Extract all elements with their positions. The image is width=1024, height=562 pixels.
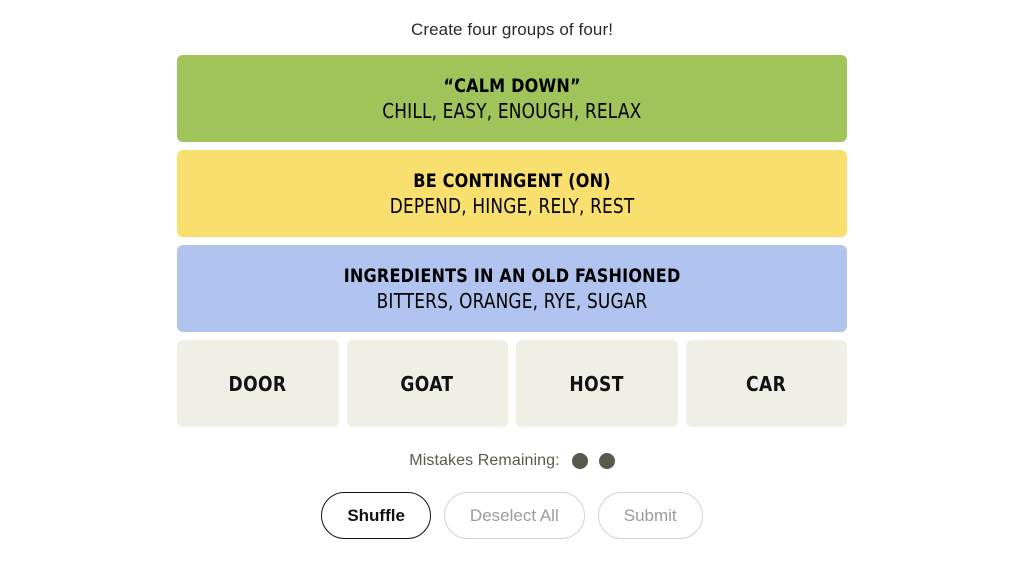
solved-group-members: DEPEND, HINGE, RELY, REST	[389, 193, 635, 218]
word-tile-label: DOOR	[228, 371, 287, 396]
word-tile-label: GOAT	[400, 371, 454, 396]
game-controls: Shuffle Deselect All Submit	[321, 492, 703, 539]
shuffle-button[interactable]: Shuffle	[321, 492, 431, 539]
word-tile[interactable]: GOAT	[346, 340, 508, 427]
submit-button[interactable]: Submit	[597, 492, 703, 539]
mistakes-remaining: Mistakes Remaining:	[409, 452, 615, 470]
deselect-all-button[interactable]: Deselect All	[443, 492, 585, 539]
game-board: “CALM DOWN” CHILL, EASY, ENOUGH, RELAX B…	[177, 55, 847, 427]
word-tile[interactable]: HOST	[516, 340, 678, 427]
solved-group-title: “CALM DOWN”	[443, 74, 581, 97]
word-tile-row: DOOR GOAT HOST CAR	[177, 340, 847, 427]
page-title: Create four groups of four!	[410, 20, 614, 39]
connections-game: Create four groups of four! “CALM DOWN” …	[0, 0, 1024, 562]
word-tile[interactable]: DOOR	[177, 340, 339, 427]
solved-group-members: BITTERS, ORANGE, RYE, SUGAR	[376, 288, 648, 313]
solved-group-members: CHILL, EASY, ENOUGH, RELAX	[382, 98, 642, 123]
solved-group-row: “CALM DOWN” CHILL, EASY, ENOUGH, RELAX	[177, 55, 847, 142]
mistake-dot	[598, 453, 615, 469]
word-tile[interactable]: CAR	[685, 340, 847, 427]
mistake-dot	[571, 453, 588, 469]
mistakes-remaining-label: Mistakes Remaining:	[409, 452, 560, 469]
word-tile-label: CAR	[746, 371, 787, 396]
solved-group-row: BE CONTINGENT (ON) DEPEND, HINGE, RELY, …	[177, 150, 847, 237]
solved-group-row: INGREDIENTS IN AN OLD FASHIONED BITTERS,…	[177, 245, 847, 332]
solved-group-title: INGREDIENTS IN AN OLD FASHIONED	[343, 264, 681, 287]
solved-group-title: BE CONTINGENT (ON)	[413, 169, 611, 192]
word-tile-label: HOST	[569, 371, 624, 396]
mistakes-dots	[571, 453, 615, 469]
